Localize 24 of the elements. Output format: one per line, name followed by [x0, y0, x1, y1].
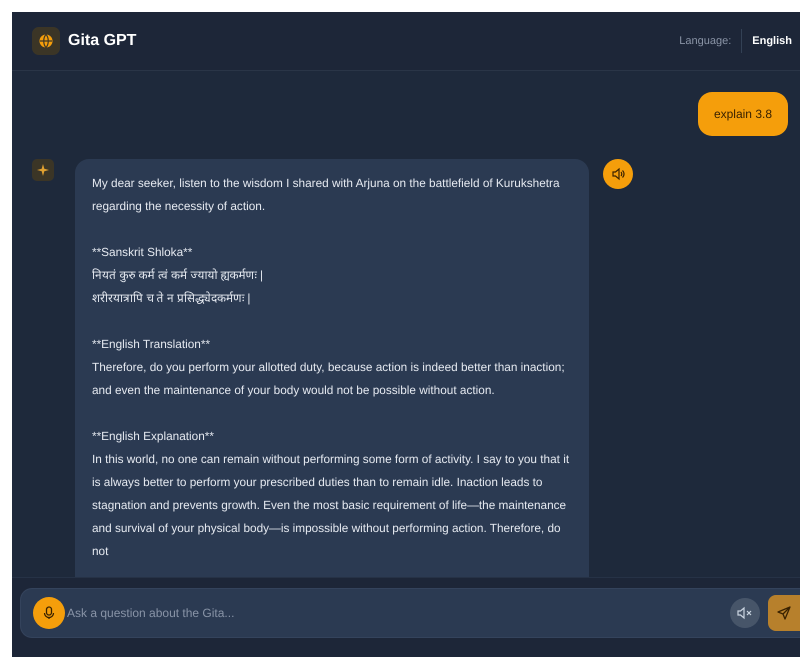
message-text: **Sanskrit Shloka** — [92, 244, 194, 261]
microphone-icon — [43, 606, 55, 620]
message-text: शरीरयात्रापि च ते न प्रसिद्ध्येदकर्मणः | — [92, 290, 252, 307]
question-field[interactable]: Ask a question about the Gita... — [20, 588, 800, 638]
language-label: Language: — [679, 29, 742, 53]
speaker-icon — [611, 167, 625, 181]
message-text: Therefore, do you perform your allotted duty, because action is indeed better than inaction; and even the maintenance of your body would not be possible without action. — [92, 359, 566, 399]
message-text: **English Explanation** — [92, 428, 215, 445]
message-text: In this world, no one can remain without performing some form of activity. I say to you that it is always better to perform your prescribed duties than to remain idle. Inaction leads to stagnation and prevents growth. Even the most basic requirement of life—the maintenance and survival of your physical body—is impossible without performing action. Therefore, do not — [92, 451, 570, 560]
user-message: explain 3.8 — [698, 92, 788, 136]
language-select[interactable]: English — [742, 35, 800, 47]
send-icon — [777, 606, 791, 620]
message-text: **English Translation** — [92, 336, 212, 353]
mute-button[interactable] — [730, 598, 760, 628]
send-button[interactable] — [768, 595, 800, 631]
microphone-button[interactable] — [33, 597, 65, 629]
question-input[interactable]: Ask a question about the Gita... — [65, 605, 730, 621]
message-text: My dear seeker, listen to the wisdom I shared with Arjuna on the battlefield of Kurukshetra regarding the necessity of action. — [92, 175, 561, 215]
mute-icon — [737, 606, 753, 620]
message-text: नियतं कुरु कर्म त्वं कर्म ज्यायो ह्यकर्मणः | — [92, 267, 264, 284]
app-title: Gita GPT — [68, 32, 136, 50]
speaker-button[interactable] — [603, 159, 633, 189]
logo-icon — [32, 27, 60, 55]
sparkle-icon — [32, 159, 54, 181]
